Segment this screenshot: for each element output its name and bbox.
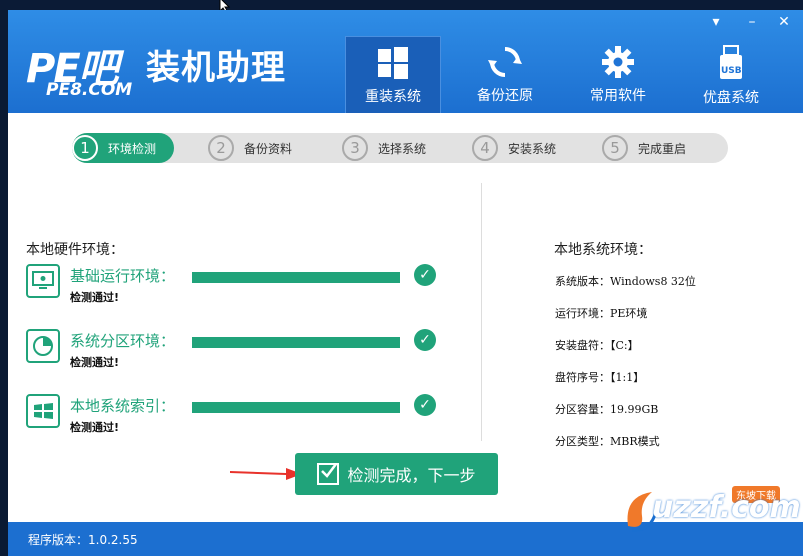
hardware-item: 本地系统索引： ✓ 检测通过! — [26, 394, 446, 444]
next-step-button[interactable]: 检测完成，下一步 — [295, 453, 498, 495]
logo-url: PE8.COM — [46, 80, 133, 100]
system-info-item: 盘符序号：【1:1】 — [555, 371, 645, 384]
step-1: 1 环境检测 — [72, 133, 175, 163]
step-number: 3 — [342, 135, 368, 161]
check-icon: ✓ — [414, 329, 436, 351]
check-icon: ✓ — [414, 394, 436, 416]
system-info-item: 运行环境：PE环境 — [555, 307, 648, 320]
refresh-icon — [488, 47, 522, 77]
app-window: PE吧 装机助理 PE8.COM ▾ – ✕ 重装系统 备份还原 常用软件 优盘… — [8, 10, 803, 556]
vertical-divider — [481, 183, 482, 441]
usb-icon-text: USB — [721, 66, 742, 76]
header-bar: PE吧 装机助理 PE8.COM ▾ – ✕ 重装系统 备份还原 常用软件 优盘… — [8, 10, 803, 114]
step-4: 4 安装系统 — [472, 133, 556, 163]
hardware-progress-bar — [192, 337, 400, 348]
red-arrow-icon — [230, 468, 302, 480]
step-3: 3 选择系统 — [342, 133, 426, 163]
hardware-item: 系统分区环境： ✓ 检测通过! — [26, 329, 446, 379]
system-info-item: 系统版本：Windows8 32位 — [555, 275, 696, 288]
tab-label: 备份还原 — [477, 88, 533, 104]
tab-common-software[interactable]: 常用软件 — [571, 36, 665, 113]
monitor-icon — [26, 264, 60, 298]
check-icon: ✓ — [414, 264, 436, 286]
logo-title: 装机助理 — [146, 48, 286, 88]
step-label: 完成重启 — [638, 141, 687, 156]
menu-button[interactable]: ▾ — [704, 12, 728, 32]
hardware-title: 本地硬件环境： — [26, 242, 124, 258]
windows-logo-icon — [26, 394, 60, 428]
system-info-item: 分区类型：MBR模式 — [555, 435, 660, 448]
hardware-status: 检测通过! — [70, 291, 120, 304]
minimize-button[interactable]: – — [740, 12, 764, 32]
checkbox-icon — [317, 463, 340, 485]
tab-label: 常用软件 — [590, 88, 646, 104]
step-label: 安装系统 — [508, 141, 557, 156]
tab-reinstall-system[interactable]: 重装系统 — [345, 36, 441, 114]
hardware-label: 系统分区环境： — [70, 332, 176, 350]
system-info-item: 分区容量：19.99GB — [555, 403, 659, 416]
step-2: 2 备份资料 — [208, 133, 292, 163]
system-title: 本地系统环境： — [554, 242, 652, 258]
step-label: 环境检测 — [108, 141, 157, 156]
step-label: 选择系统 — [378, 141, 427, 156]
version-text: 程序版本：1.0.2.55 — [28, 533, 138, 547]
step-number: 5 — [602, 135, 628, 161]
step-5: 5 完成重启 — [602, 133, 686, 163]
hardware-label: 基础运行环境： — [70, 267, 176, 285]
close-button[interactable]: ✕ — [772, 12, 796, 32]
windows-icon — [378, 47, 408, 79]
watermark-text: uzzf.com — [652, 490, 801, 525]
watermark: 东坡下载 uzzf.com — [622, 482, 801, 542]
tab-label: 重装系统 — [365, 89, 421, 105]
step-number: 2 — [208, 135, 234, 161]
main-content: 1 环境检测 2 备份资料 3 选择系统 4 安装系统 5 完成重启 本地硬件环… — [8, 113, 803, 522]
hardware-item: 基础运行环境： ✓ 检测通过! — [26, 264, 446, 314]
hardware-progress-bar — [192, 402, 400, 413]
step-label: 备份资料 — [244, 141, 293, 156]
step-number: 4 — [472, 135, 498, 161]
next-step-label: 检测完成，下一步 — [347, 468, 476, 485]
step-progress: 1 环境检测 2 备份资料 3 选择系统 4 安装系统 5 完成重启 — [72, 133, 728, 163]
hardware-status: 检测通过! — [70, 356, 120, 369]
hardware-label: 本地系统索引： — [70, 397, 176, 415]
tab-backup-restore[interactable]: 备份还原 — [458, 36, 552, 113]
step-number: 1 — [72, 135, 98, 161]
gear-icon — [602, 46, 634, 78]
hardware-status: 检测通过! — [70, 421, 120, 434]
desktop-strip — [0, 0, 803, 10]
pie-chart-icon — [26, 329, 60, 363]
tab-label: 优盘系统 — [703, 90, 759, 106]
system-info-item: 安装盘符：【C:】 — [555, 339, 639, 352]
hardware-progress-bar — [192, 272, 400, 283]
